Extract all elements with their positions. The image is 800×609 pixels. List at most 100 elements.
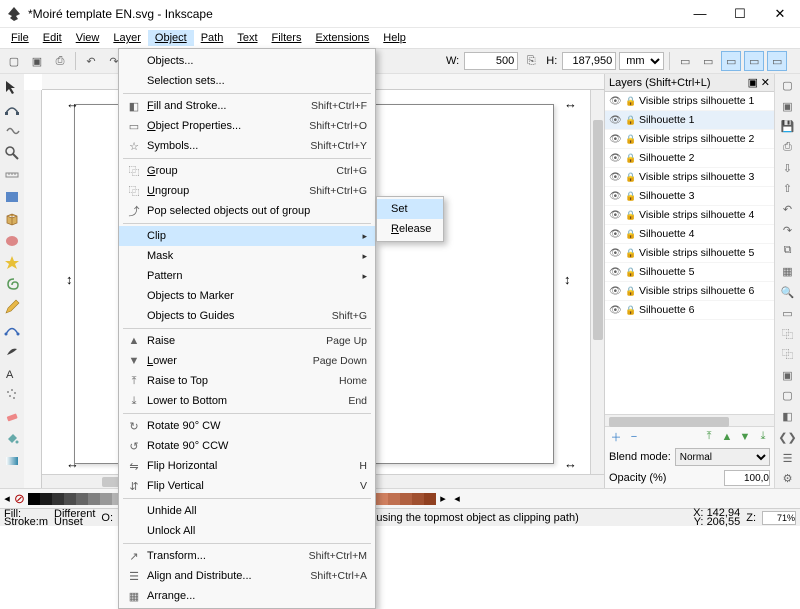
menu-ungroup[interactable]: ⿻UngroupShift+Ctrl+G	[119, 181, 375, 201]
lock-icon[interactable]: 🔒	[625, 115, 635, 126]
color-swatch[interactable]	[88, 493, 100, 505]
menu-group[interactable]: ⿻GroupCtrl+G	[119, 161, 375, 181]
menu-path[interactable]: Path	[194, 30, 231, 46]
sb-print-icon[interactable]: ⎙	[778, 138, 798, 157]
menu-objects[interactable]: Objects...	[119, 51, 375, 71]
close-button[interactable]: ✕	[760, 0, 800, 28]
selection-handle[interactable]: ↔	[564, 456, 574, 466]
color-swatch[interactable]	[76, 493, 88, 505]
menu-selection-sets[interactable]: Selection sets...	[119, 71, 375, 91]
sb-redo-icon[interactable]: ↷	[778, 221, 798, 240]
sb-duplicate-icon[interactable]: ⿻	[778, 324, 798, 343]
menu-mask[interactable]: Mask▸	[119, 246, 375, 266]
sb-new-icon[interactable]: ▢	[778, 76, 798, 95]
layer-up-icon[interactable]: ▲	[720, 430, 734, 444]
spiral-tool-icon[interactable]	[1, 274, 23, 296]
fill-tool-icon[interactable]	[1, 428, 23, 450]
menu-raise[interactable]: ▲RaisePage Up	[119, 331, 375, 351]
layer-down-icon[interactable]: ▼	[738, 430, 752, 444]
maximize-button[interactable]: ☐	[720, 0, 760, 28]
menu-pattern[interactable]: Pattern▸	[119, 266, 375, 286]
menu-raise-top[interactable]: ⤒Raise to TopHome	[119, 371, 375, 391]
lock-icon[interactable]: 🔒	[625, 267, 635, 278]
tool-new-icon[interactable]: ▢	[4, 51, 24, 71]
opacity-input[interactable]	[724, 470, 770, 486]
text-tool-icon[interactable]: A	[1, 362, 23, 384]
layer-bottom-icon[interactable]: ⤓	[756, 430, 770, 444]
color-swatch[interactable]	[40, 493, 52, 505]
selector-tool-icon[interactable]	[1, 76, 23, 98]
sb-undo-icon[interactable]: ↶	[778, 200, 798, 219]
color-swatch[interactable]	[100, 493, 112, 505]
layer-row[interactable]: 👁🔒Silhouette 3	[605, 187, 774, 206]
layer-remove-icon[interactable]: −	[627, 430, 641, 444]
selection-handle[interactable]: ↔	[66, 456, 76, 466]
layer-row[interactable]: 👁🔒Visible strips silhouette 5	[605, 244, 774, 263]
lock-icon[interactable]: 🔒	[625, 210, 635, 221]
lock-icon[interactable]: 🔒	[625, 305, 635, 316]
rect-tool-icon[interactable]	[1, 186, 23, 208]
menu-layer[interactable]: Layer	[106, 30, 148, 46]
blend-mode-select[interactable]: Normal	[675, 448, 770, 466]
ellipse-tool-icon[interactable]	[1, 230, 23, 252]
visibility-icon[interactable]: 👁	[609, 286, 621, 297]
visibility-icon[interactable]: 👁	[609, 248, 621, 259]
color-swatch[interactable]	[28, 493, 40, 505]
visibility-icon[interactable]: 👁	[609, 267, 621, 278]
layer-row[interactable]: 👁🔒Visible strips silhouette 6	[605, 282, 774, 301]
lock-icon[interactable]: 🔒	[625, 248, 635, 259]
visibility-icon[interactable]: 👁	[609, 153, 621, 164]
layers-scrollbar-h[interactable]	[605, 414, 774, 426]
menu-flip-h[interactable]: ⇋Flip HorizontalH	[119, 456, 375, 476]
selection-handle[interactable]: ↔	[66, 96, 76, 106]
visibility-icon[interactable]: 👁	[609, 210, 621, 221]
menu-fill-stroke[interactable]: ◧Fill and Stroke...Shift+Ctrl+F	[119, 96, 375, 116]
menu-filters[interactable]: Filters	[265, 30, 309, 46]
lock-icon[interactable]: 🔒	[625, 229, 635, 240]
sb-ungroup-icon[interactable]: ▢	[778, 387, 798, 406]
menu-file[interactable]: File	[4, 30, 36, 46]
star-tool-icon[interactable]	[1, 252, 23, 274]
node-tool-icon[interactable]	[1, 98, 23, 120]
no-fill-icon[interactable]: ⊘	[14, 491, 28, 507]
visibility-icon[interactable]: 👁	[609, 172, 621, 183]
layer-row[interactable]: 👁🔒Visible strips silhouette 3	[605, 168, 774, 187]
menu-object-properties[interactable]: ▭Object Properties...Shift+Ctrl+O	[119, 116, 375, 136]
sb-group-icon[interactable]: ▣	[778, 366, 798, 385]
menu-help[interactable]: Help	[376, 30, 413, 46]
affect-icon[interactable]: ▭	[675, 51, 695, 71]
tool-open-icon[interactable]: ▣	[27, 51, 47, 71]
layer-top-icon[interactable]: ⤒	[702, 430, 716, 444]
sb-zoomfit-icon[interactable]: ▭	[778, 304, 798, 323]
lock-icon[interactable]: 🔒	[625, 172, 635, 183]
layer-row[interactable]: 👁🔒Visible strips silhouette 2	[605, 130, 774, 149]
height-input[interactable]	[562, 52, 616, 70]
menu-text[interactable]: Text	[230, 30, 264, 46]
sb-copy-icon[interactable]: ⧉	[778, 242, 798, 261]
sb-clone-icon[interactable]: ⿻	[778, 345, 798, 364]
3dbox-tool-icon[interactable]	[1, 208, 23, 230]
sb-prefs-icon[interactable]: ⚙	[778, 469, 798, 488]
menu-objects-to-guides[interactable]: Objects to GuidesShift+G	[119, 306, 375, 326]
visibility-icon[interactable]: 👁	[609, 191, 621, 202]
layer-row[interactable]: 👁🔒Silhouette 1	[605, 111, 774, 130]
minimize-button[interactable]: —	[680, 0, 720, 28]
eraser-tool-icon[interactable]	[1, 406, 23, 428]
menu-extensions[interactable]: Extensions	[308, 30, 376, 46]
spray-tool-icon[interactable]	[1, 384, 23, 406]
color-swatch[interactable]	[412, 493, 424, 505]
visibility-icon[interactable]: 👁	[609, 115, 621, 126]
layer-row[interactable]: 👁🔒Visible strips silhouette 4	[605, 206, 774, 225]
sb-align-icon[interactable]: ☰	[778, 449, 798, 468]
sb-xml-icon[interactable]: ❮❯	[778, 428, 798, 447]
tool-undo-icon[interactable]: ↶	[81, 51, 101, 71]
sb-open-icon[interactable]: ▣	[778, 97, 798, 116]
canvas-scrollbar-v[interactable]	[590, 90, 604, 474]
sb-zoom-icon[interactable]: 🔍	[778, 283, 798, 302]
menu-view[interactable]: View	[69, 30, 107, 46]
lock-icon[interactable]: 🔒	[625, 191, 635, 202]
menu-lower[interactable]: ▼LowerPage Down	[119, 351, 375, 371]
sb-export-icon[interactable]: ⇧	[778, 180, 798, 199]
menu-transform[interactable]: ↗Transform...Shift+Ctrl+M	[119, 546, 375, 566]
tool-save-icon[interactable]: ⎙	[50, 51, 70, 71]
